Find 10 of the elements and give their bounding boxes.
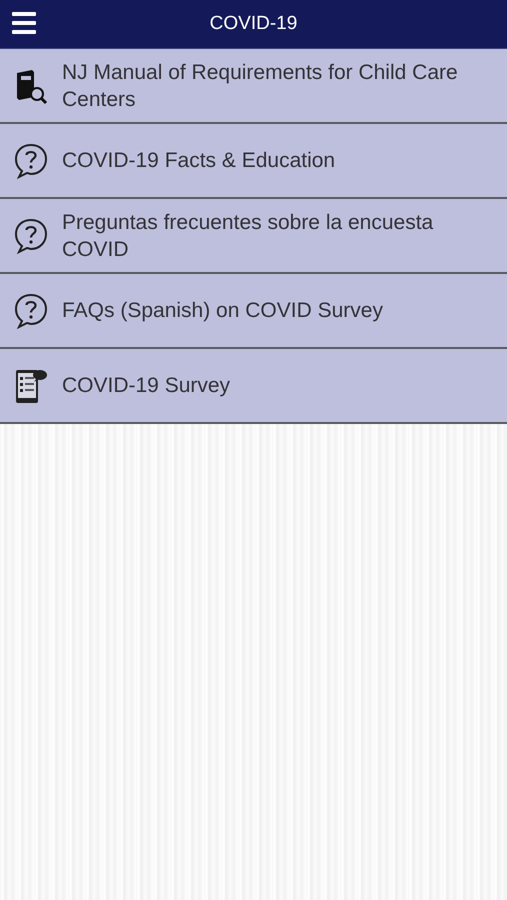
list-item[interactable]: COVID-19 Facts & Education xyxy=(0,124,507,199)
menu-button[interactable] xyxy=(12,12,36,34)
list-item[interactable]: COVID-19 Survey xyxy=(0,349,507,424)
list-item[interactable]: FAQs (Spanish) on COVID Survey xyxy=(0,274,507,349)
screen-title: COVID-19 xyxy=(210,13,298,35)
question-bubble-icon xyxy=(14,218,48,254)
list-item[interactable]: NJ Manual of Requirements for Child Care Centers xyxy=(0,49,507,124)
question-bubble-icon xyxy=(14,142,48,178)
question-bubble-icon xyxy=(14,292,48,328)
list-item[interactable]: Preguntas frecuentes sobre la encuesta COVID xyxy=(0,199,507,274)
